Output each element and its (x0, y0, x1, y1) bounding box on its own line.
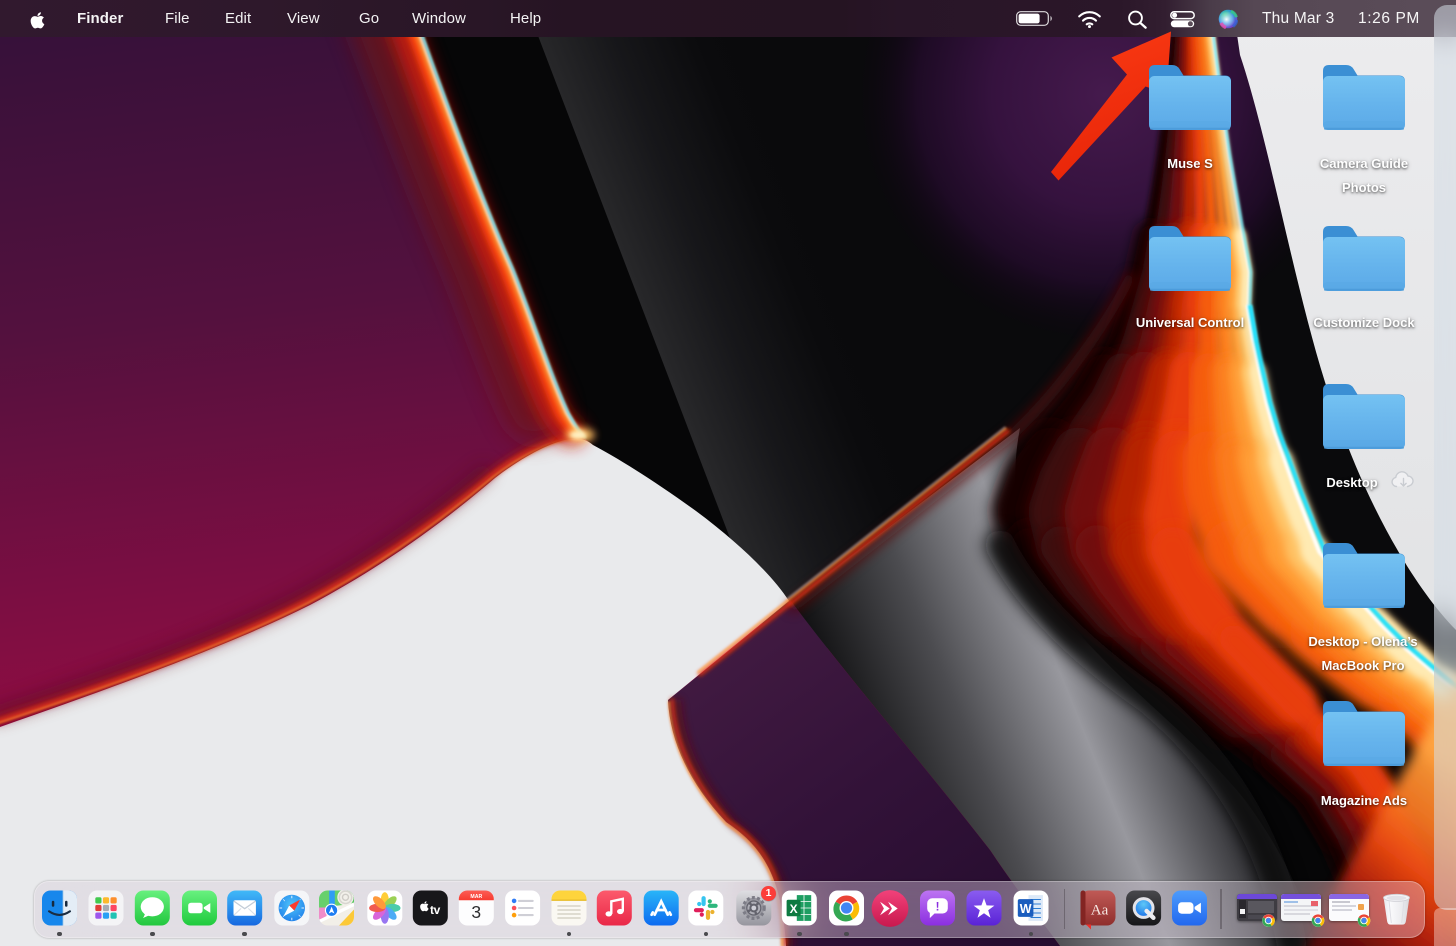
svg-text:Aa: Aa (1091, 902, 1109, 918)
